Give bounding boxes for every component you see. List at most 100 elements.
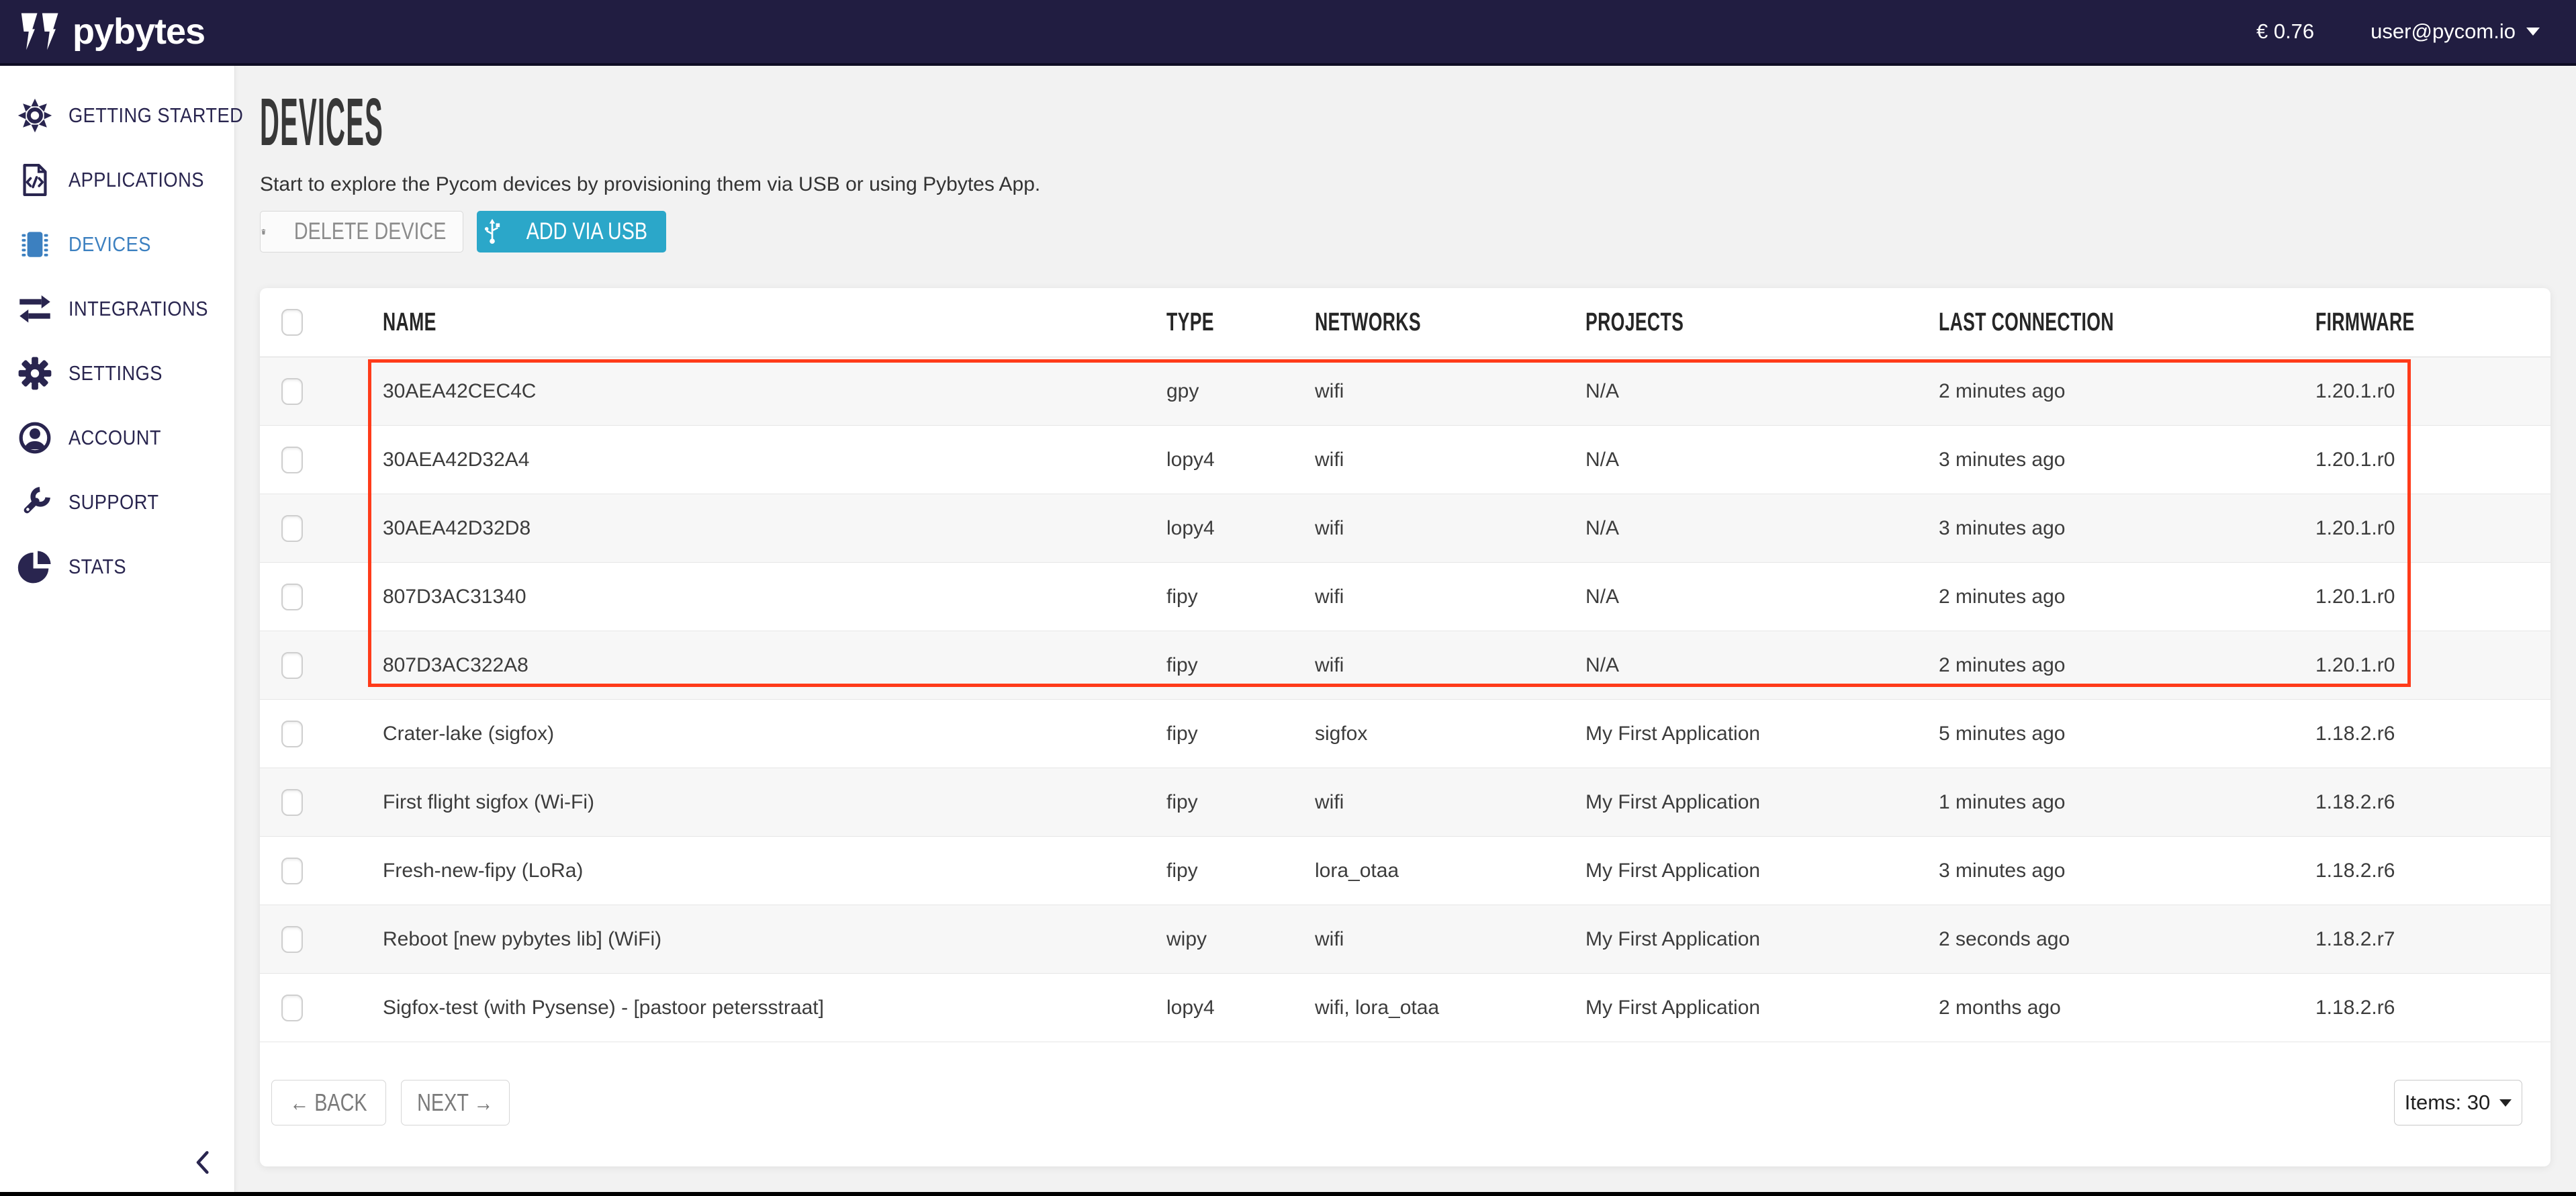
device-type: lopy4 — [1166, 997, 1315, 1019]
page-subtitle: Start to explore the Pycom devices by pr… — [260, 173, 2550, 196]
device-networks: wifi, lora_otaa — [1315, 997, 1585, 1019]
device-type: fipy — [1166, 860, 1315, 882]
device-last-connection: 2 minutes ago — [1939, 586, 2315, 608]
table-row[interactable]: 30AEA42D32A4 lopy4 wifi N/A 3 minutes ag… — [260, 426, 2550, 494]
user-email: user@pycom.io — [2371, 19, 2516, 44]
column-header-name[interactable]: NAME — [383, 308, 1166, 337]
device-last-connection: 3 minutes ago — [1939, 860, 2315, 882]
user-menu[interactable]: user@pycom.io — [2371, 19, 2540, 44]
items-per-page-dropdown[interactable]: Items: 30 — [2394, 1080, 2522, 1125]
device-name: 30AEA42D32D8 — [383, 517, 1166, 540]
add-via-usb-label: ADD VIA USB — [526, 218, 647, 245]
trash-icon — [261, 222, 267, 242]
row-checkbox[interactable] — [281, 995, 303, 1021]
device-firmware: 1.20.1.r0 — [2315, 449, 2550, 471]
sidebar-item-label: APPLICATIONS — [68, 168, 204, 192]
device-projects: N/A — [1585, 586, 1939, 608]
gear-icon — [17, 356, 52, 391]
device-type: lopy4 — [1166, 517, 1315, 540]
row-checkbox[interactable] — [281, 858, 303, 884]
window-bottom-edge — [0, 1192, 2576, 1196]
device-firmware: 1.20.1.r0 — [2315, 380, 2550, 403]
user-icon — [17, 420, 52, 455]
sun-icon — [17, 98, 52, 133]
page-title: DEVICES — [260, 89, 2550, 156]
usb-icon — [482, 218, 502, 245]
row-checkbox[interactable] — [281, 652, 303, 679]
device-type: fipy — [1166, 654, 1315, 677]
device-name: 807D3AC322A8 — [383, 654, 1166, 677]
column-header-networks[interactable]: NETWORKS — [1315, 308, 1585, 337]
device-name: 807D3AC31340 — [383, 586, 1166, 608]
table-row[interactable]: 30AEA42D32D8 lopy4 wifi N/A 3 minutes ag… — [260, 494, 2550, 563]
table-row[interactable]: Crater-lake (sigfox) fipy sigfox My Firs… — [260, 700, 2550, 768]
device-last-connection: 3 minutes ago — [1939, 517, 2315, 540]
wrench-icon — [17, 485, 52, 520]
swap-arrows-icon — [17, 291, 52, 326]
device-type: lopy4 — [1166, 449, 1315, 471]
device-firmware: 1.20.1.r0 — [2315, 517, 2550, 540]
sidebar-item-label: DEVICES — [68, 232, 151, 257]
delete-device-button[interactable]: DELETE DEVICE — [260, 211, 463, 252]
add-via-usb-button[interactable]: ADD VIA USB — [477, 211, 666, 252]
devices-table-card: NAME TYPE NETWORKS PROJECTS LAST CONNECT… — [260, 288, 2550, 1166]
caret-down-icon — [2499, 1099, 2512, 1107]
device-name: Reboot [new pybytes lib] (WiFi) — [383, 928, 1166, 951]
sidebar-item-label: GETTING STARTED — [68, 103, 243, 128]
back-button[interactable]: ← BACK — [271, 1080, 386, 1125]
row-checkbox[interactable] — [281, 789, 303, 816]
device-networks: wifi — [1315, 654, 1585, 677]
account-balance[interactable]: € 0.76 — [2256, 19, 2314, 44]
device-name: Fresh-new-fipy (LoRa) — [383, 860, 1166, 882]
column-header-last-connection[interactable]: LAST CONNECTION — [1939, 308, 2315, 337]
select-all-checkbox[interactable] — [281, 309, 303, 336]
device-firmware: 1.18.2.r6 — [2315, 791, 2550, 814]
column-header-projects[interactable]: PROJECTS — [1585, 308, 1939, 337]
table-row[interactable]: Reboot [new pybytes lib] (WiFi) wipy wif… — [260, 905, 2550, 974]
row-checkbox[interactable] — [281, 515, 303, 542]
device-networks: wifi — [1315, 517, 1585, 540]
column-header-type[interactable]: TYPE — [1166, 308, 1315, 337]
sidebar-item-account[interactable]: ACCOUNT — [0, 406, 234, 470]
row-checkbox[interactable] — [281, 721, 303, 747]
device-firmware: 1.18.2.r6 — [2315, 723, 2550, 745]
sidebar-item-label: INTEGRATIONS — [68, 297, 208, 321]
device-projects: My First Application — [1585, 997, 1939, 1019]
next-button[interactable]: NEXT → — [401, 1080, 510, 1125]
sidebar-item-support[interactable]: SUPPORT — [0, 470, 234, 535]
sidebar-item-devices[interactable]: DEVICES — [0, 212, 234, 277]
column-header-firmware[interactable]: FIRMWARE — [2315, 308, 2550, 337]
table-row[interactable]: First flight sigfox (Wi-Fi) fipy wifi My… — [260, 768, 2550, 837]
main-content: DEVICES Start to explore the Pycom devic… — [235, 66, 2576, 1192]
device-name: Sigfox-test (with Pysense) - [pastoor pe… — [383, 997, 1166, 1019]
sidebar-item-applications[interactable]: APPLICATIONS — [0, 148, 234, 212]
table-row[interactable]: 807D3AC31340 fipy wifi N/A 2 minutes ago… — [260, 563, 2550, 631]
sidebar-item-getting-started[interactable]: GETTING STARTED — [0, 83, 234, 148]
pybytes-logo[interactable]: pybytes — [0, 11, 205, 52]
row-checkbox[interactable] — [281, 926, 303, 953]
device-last-connection: 5 minutes ago — [1939, 723, 2315, 745]
table-row[interactable]: Sigfox-test (with Pysense) - [pastoor pe… — [260, 974, 2550, 1042]
sidebar-item-stats[interactable]: STATS — [0, 535, 234, 599]
device-networks: lora_otaa — [1315, 860, 1585, 882]
row-checkbox[interactable] — [281, 378, 303, 405]
chip-icon — [17, 227, 52, 262]
device-projects: N/A — [1585, 517, 1939, 540]
device-networks: wifi — [1315, 586, 1585, 608]
device-last-connection: 2 minutes ago — [1939, 380, 2315, 403]
table-row[interactable]: 807D3AC322A8 fipy wifi N/A 2 minutes ago… — [260, 631, 2550, 700]
sidebar-item-settings[interactable]: SETTINGS — [0, 341, 234, 406]
device-networks: wifi — [1315, 449, 1585, 471]
sidebar-collapse-chevron-icon[interactable] — [190, 1149, 217, 1176]
device-name: 30AEA42CEC4C — [383, 380, 1166, 403]
table-row[interactable]: Fresh-new-fipy (LoRa) fipy lora_otaa My … — [260, 837, 2550, 905]
device-last-connection: 2 seconds ago — [1939, 928, 2315, 951]
table-header-row: NAME TYPE NETWORKS PROJECTS LAST CONNECT… — [260, 288, 2550, 357]
sidebar-item-integrations[interactable]: INTEGRATIONS — [0, 277, 234, 341]
table-row[interactable]: 30AEA42CEC4C gpy wifi N/A 2 minutes ago … — [260, 357, 2550, 426]
row-checkbox[interactable] — [281, 447, 303, 473]
device-projects: My First Application — [1585, 723, 1939, 745]
delete-device-label: DELETE DEVICE — [294, 218, 446, 245]
row-checkbox[interactable] — [281, 584, 303, 610]
device-name: Crater-lake (sigfox) — [383, 723, 1166, 745]
